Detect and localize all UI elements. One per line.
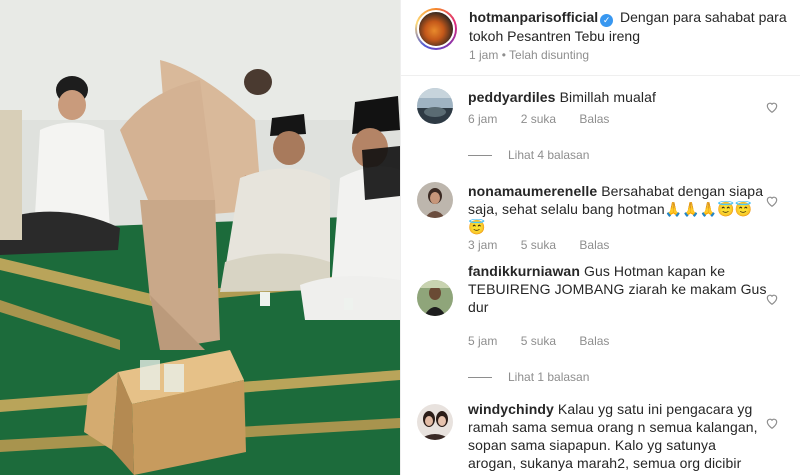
post-photo	[0, 0, 400, 475]
heart-icon[interactable]	[765, 100, 779, 114]
reply-button[interactable]: Balas	[579, 112, 609, 126]
comment-likes[interactable]: 5 suka	[521, 238, 556, 252]
post-caption: hotmanparisofficial ✓ Dengan para sahabat…	[469, 8, 789, 45]
heart-icon[interactable]	[765, 416, 779, 430]
comment-meta: 5 jam 5 suka Balas	[468, 334, 629, 348]
commenter-username[interactable]: nonamaumerenelle	[468, 183, 597, 199]
comment-body: nonamaumerenelle Bersahabat dengan siapa…	[468, 182, 768, 236]
commenter-avatar[interactable]	[417, 404, 453, 440]
view-replies-button[interactable]: Lihat 1 balasan	[468, 370, 589, 384]
commenter-username[interactable]: windychindy	[468, 401, 554, 417]
commenter-avatar[interactable]	[417, 88, 453, 124]
heart-icon[interactable]	[765, 292, 779, 306]
comment-time[interactable]: 3 jam	[468, 238, 497, 252]
commenter-username[interactable]: peddyardiles	[468, 89, 556, 105]
post-meta: 1 jam • Telah disunting	[469, 48, 589, 62]
commenter-avatar[interactable]	[417, 182, 453, 218]
verified-badge-icon: ✓	[600, 14, 614, 27]
replies-divider	[468, 377, 492, 379]
post-header: hotmanparisofficial ✓ Dengan para sahabat…	[401, 0, 800, 76]
edited-label: Telah disunting	[509, 48, 590, 62]
comment-body: peddyardiles Bimillah mualaf	[468, 88, 768, 106]
view-replies-button[interactable]: Lihat 4 balasan	[468, 148, 589, 162]
view-replies-label: Lihat 4 balasan	[508, 148, 590, 162]
reply-button[interactable]: Balas	[579, 334, 609, 348]
comment-body: windychindy Kalau yg satu ini pengacara …	[468, 400, 768, 475]
view-replies-label: Lihat 1 balasan	[508, 370, 590, 384]
comments-panel: hotmanparisofficial ✓ Dengan para sahabat…	[400, 0, 800, 475]
comment-text: Bimillah mualaf	[559, 89, 657, 105]
comment-likes[interactable]: 2 suka	[521, 112, 556, 126]
commenter-avatar[interactable]	[417, 280, 453, 316]
replies-divider	[468, 155, 492, 157]
comment-time[interactable]: 5 jam	[468, 334, 497, 348]
commenter-username[interactable]: fandikkurniawan	[468, 263, 580, 279]
comment-body: fandikkurniawan Gus Hotman kapan ke TEBU…	[468, 262, 768, 316]
comment-meta: 6 jam 2 suka Balas	[468, 112, 629, 126]
meta-separator: •	[501, 48, 506, 62]
heart-icon[interactable]	[765, 194, 779, 208]
comment-likes[interactable]: 5 suka	[521, 334, 556, 348]
comment-time[interactable]: 6 jam	[468, 112, 497, 126]
author-avatar[interactable]	[415, 8, 457, 50]
author-username[interactable]: hotmanparisofficial	[469, 9, 598, 25]
post-photo-illustration	[0, 0, 400, 475]
reply-button[interactable]: Balas	[579, 238, 609, 252]
post-time[interactable]: 1 jam	[469, 48, 498, 62]
comment-meta: 3 jam 5 suka Balas	[468, 238, 629, 252]
